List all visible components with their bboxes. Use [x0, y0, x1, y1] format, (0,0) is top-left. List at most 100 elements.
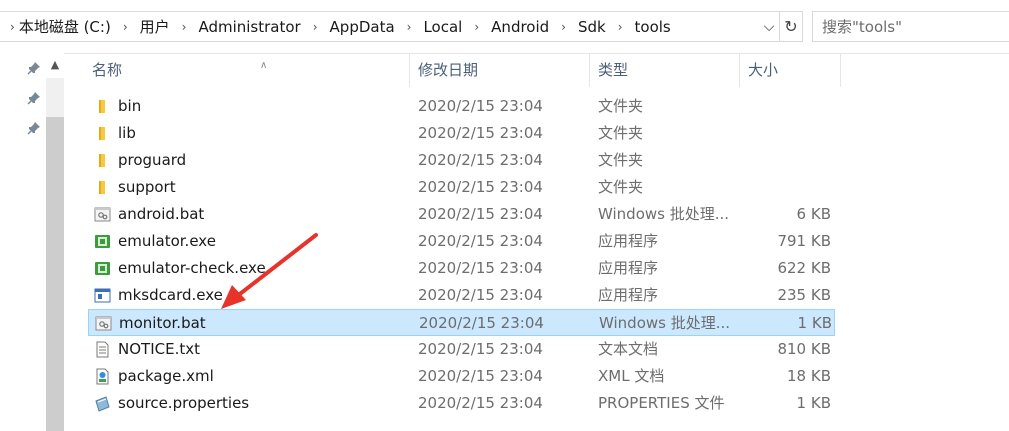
breadcrumb-item[interactable]: 本地磁盘 (C:) [19, 16, 111, 37]
breadcrumb-separator-icon[interactable]: › [407, 20, 412, 34]
pin-icon [27, 122, 40, 135]
file-modified-date: 2020/2/15 23:04 [418, 286, 543, 304]
address-bar[interactable]: › 本地磁盘 (C:) › 用户 › Administrator › AppData › Loca… [0, 11, 803, 42]
file-name: emulator.exe [118, 232, 216, 250]
file-modified-date: 2020/2/15 23:04 [418, 259, 543, 277]
file-name: proguard [118, 151, 187, 169]
file-name: android.bat [118, 205, 205, 223]
file-size [738, 120, 831, 147]
search-input[interactable]: 搜索"tools" [812, 11, 1009, 42]
file-name: monitor.bat [119, 314, 206, 332]
file-size [738, 147, 831, 174]
file-type: XML 文档 [598, 367, 665, 385]
search-placeholder: 搜索"tools" [822, 18, 903, 36]
file-name: lib [118, 124, 136, 142]
file-row[interactable]: package.xml 2020/2/15 23:04 XML 文档 18 KB [88, 363, 835, 390]
column-header: ∧ 名称 修改日期 类型 大小 [64, 53, 1009, 87]
file-name: source.properties [118, 394, 250, 412]
breadcrumb-separator-icon[interactable]: › [561, 20, 566, 34]
file-row[interactable]: emulator.exe 2020/2/15 23:04 应用程序 791 KB [88, 228, 835, 255]
nav-scrollbar-thumb[interactable] [46, 117, 64, 431]
file-name: support [118, 178, 176, 196]
breadcrumb: › 本地磁盘 (C:) › 用户 › Administrator › AppData › Loca… [0, 12, 759, 41]
file-size: 791 KB [777, 232, 831, 250]
file-row[interactable]: lib 2020/2/15 23:04 文件夹 [88, 120, 835, 147]
breadcrumb-separator-icon[interactable]: › [313, 20, 318, 34]
breadcrumb-item[interactable]: tools [635, 18, 671, 36]
file-row[interactable]: proguard 2020/2/15 23:04 文件夹 [88, 147, 835, 174]
file-row[interactable]: source.properties 2020/2/15 23:04 PROPERTI… [88, 390, 835, 417]
file-type: 文件夹 [598, 178, 644, 196]
file-modified-date: 2020/2/15 23:04 [418, 178, 543, 196]
file-type: Windows 批处理... [598, 205, 730, 223]
file-modified-date: 2020/2/15 23:04 [419, 314, 544, 332]
breadcrumb-item[interactable]: Android [491, 18, 549, 36]
breadcrumb-separator-icon[interactable]: › [123, 20, 128, 34]
breadcrumb-item[interactable]: Administrator [198, 18, 300, 36]
file-type: 应用程序 [598, 286, 659, 304]
file-type: 文件夹 [598, 151, 644, 169]
breadcrumb-item[interactable]: Local [423, 18, 462, 36]
file-row[interactable]: monitor.bat 2020/2/15 23:04 Windows 批处理...… [88, 309, 835, 336]
file-size: 6 KB [796, 205, 831, 223]
file-name: NOTICE.txt [118, 340, 200, 358]
file-size: 18 KB [787, 367, 831, 385]
pin-icon [27, 92, 40, 105]
file-type: 文本文档 [598, 340, 659, 358]
file-size [738, 174, 831, 201]
column-name-label: 名称 [92, 61, 123, 79]
breadcrumb-separator-icon[interactable]: › [618, 20, 623, 34]
file-size: 810 KB [777, 340, 831, 358]
file-modified-date: 2020/2/15 23:04 [418, 151, 543, 169]
column-size-label: 大小 [748, 61, 779, 79]
file-row[interactable]: emulator-check.exe 2020/2/15 23:04 应用程序 622… [88, 255, 835, 282]
column-header-type[interactable]: 类型 [590, 53, 740, 87]
file-type: 文件夹 [598, 97, 644, 115]
breadcrumb-item[interactable]: Sdk [578, 18, 606, 36]
file-modified-date: 2020/2/15 23:04 [418, 394, 543, 412]
chevron-down-icon: ⌵ [763, 18, 775, 35]
address-history-dropdown[interactable]: ⌵ [759, 12, 779, 41]
file-modified-date: 2020/2/15 23:04 [418, 232, 543, 250]
column-type-label: 类型 [598, 61, 629, 79]
file-type: 应用程序 [598, 259, 659, 277]
file-type: 应用程序 [598, 232, 659, 250]
file-row[interactable]: support 2020/2/15 23:04 文件夹 [88, 174, 835, 201]
sort-ascending-icon: ∧ [260, 60, 268, 71]
file-size: 1 KB [796, 394, 831, 412]
file-modified-date: 2020/2/15 23:04 [418, 340, 543, 358]
file-name: bin [118, 97, 142, 115]
breadcrumb-separator-icon[interactable]: › [10, 20, 15, 34]
file-type: PROPERTIES 文件 [598, 394, 725, 412]
column-header-size[interactable]: 大小 [740, 53, 841, 87]
file-type: 文件夹 [598, 124, 644, 142]
file-size: 235 KB [777, 286, 831, 304]
file-name: emulator-check.exe [118, 259, 266, 277]
breadcrumb-item[interactable]: 用户 [140, 16, 170, 37]
file-row[interactable]: bin 2020/2/15 23:04 文件夹 [88, 93, 835, 120]
file-modified-date: 2020/2/15 23:04 [418, 367, 543, 385]
scroll-up-button[interactable]: ▲ [48, 58, 62, 72]
breadcrumb-separator-icon[interactable]: › [474, 20, 479, 34]
file-row[interactable]: NOTICE.txt 2020/2/15 23:04 文本文档 810 KB [88, 336, 835, 363]
file-name: mksdcard.exe [118, 286, 223, 304]
refresh-icon: ↻ [784, 17, 798, 36]
column-header-name[interactable]: ∧ 名称 [84, 53, 410, 87]
refresh-button[interactable]: ↻ [779, 12, 802, 41]
address-bar-area: › 本地磁盘 (C:) › 用户 › Administrator › AppData › Loca… [0, 0, 1009, 54]
breadcrumb-item[interactable]: AppData [330, 18, 395, 36]
file-modified-date: 2020/2/15 23:04 [418, 97, 543, 115]
pin-icon [27, 62, 40, 75]
file-row[interactable]: android.bat 2020/2/15 23:04 Windows 批处理...… [88, 201, 835, 228]
file-name: package.xml [118, 367, 214, 385]
file-size: 622 KB [777, 259, 831, 277]
file-size [738, 93, 831, 120]
breadcrumb-separator-icon[interactable]: › [182, 20, 187, 34]
file-modified-date: 2020/2/15 23:04 [418, 205, 543, 223]
file-type: Windows 批处理... [599, 314, 731, 332]
navigation-pane: ▲ [0, 53, 64, 431]
file-modified-date: 2020/2/15 23:04 [418, 124, 543, 142]
column-header-date[interactable]: 修改日期 [410, 53, 590, 87]
file-size: 1 KB [797, 314, 832, 332]
file-row[interactable]: mksdcard.exe 2020/2/15 23:04 应用程序 235 KB [88, 282, 835, 309]
